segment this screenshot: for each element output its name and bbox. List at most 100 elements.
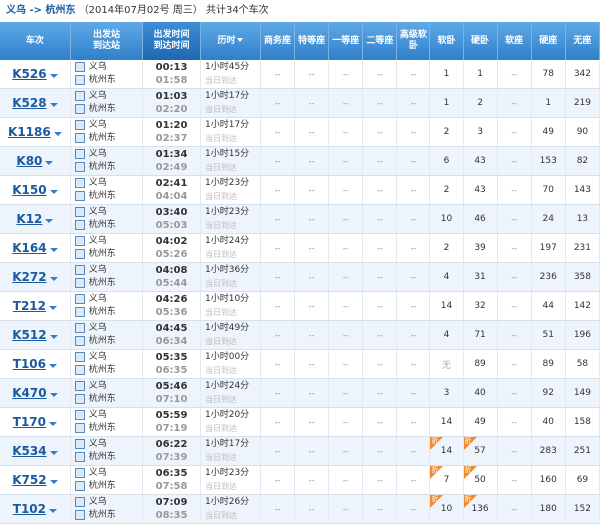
times-cell: 02:41 04:04	[142, 175, 201, 205]
train-count: 共计34个车次	[205, 5, 269, 16]
train-number-cell[interactable]: K534	[0, 436, 71, 466]
col-seat-second[interactable]: 二等座	[362, 22, 398, 60]
train-number-cell[interactable]: K528	[0, 88, 71, 118]
train-number-link[interactable]: K512	[12, 328, 46, 342]
col-seat-standing[interactable]: 无座	[565, 22, 600, 60]
seat-availability: --	[328, 117, 364, 147]
duration-cell: 1小时17分 当日到达	[200, 88, 261, 118]
chevron-down-icon[interactable]	[49, 363, 57, 368]
train-number-cell[interactable]: K150	[0, 175, 71, 205]
seat-availability: 197	[531, 233, 566, 263]
col-times[interactable]: 出发时间 到达时间	[142, 22, 201, 60]
chevron-down-icon[interactable]	[49, 421, 57, 426]
chevron-down-icon[interactable]	[45, 160, 54, 165]
col-duration[interactable]: 历时	[200, 22, 261, 60]
discount-label: 折	[431, 466, 439, 474]
train-number-link[interactable]: K752	[12, 473, 46, 487]
train-number-cell[interactable]: T170	[0, 407, 71, 437]
train-number-link[interactable]: T102	[13, 502, 46, 516]
col-seat-business[interactable]: 商务座	[260, 22, 296, 60]
col-stations[interactable]: 出发站 到达站	[70, 22, 144, 60]
table-row: T106 义乌 杭州东 05:35 06:35 1小时00分 当日到达 -- -- -- -- -- 无…	[0, 349, 600, 379]
train-number-cell[interactable]: K526	[0, 60, 71, 89]
col-seat-hard-seat[interactable]: 硬座	[531, 22, 566, 60]
col-seat-soft-sleeper[interactable]: 软卧	[429, 22, 464, 60]
train-number-link[interactable]: K164	[12, 241, 46, 255]
train-number-link[interactable]: T212	[13, 299, 46, 313]
seat-availability: 31	[463, 262, 498, 292]
chevron-down-icon[interactable]	[49, 479, 58, 484]
train-number-link[interactable]: K526	[12, 67, 46, 81]
train-number-link[interactable]: K80	[16, 154, 42, 168]
train-number-cell[interactable]: K1186	[0, 117, 71, 147]
seat-availability: --	[328, 320, 364, 350]
train-number-link[interactable]: K272	[12, 270, 46, 284]
col-seat-first[interactable]: 一等座	[328, 22, 364, 60]
duration-value: 1小时24分	[205, 236, 250, 246]
seat-availability: --	[362, 233, 398, 263]
train-number-cell[interactable]: K512	[0, 320, 71, 350]
train-number-cell[interactable]: K12	[0, 204, 71, 234]
terminal-station-icon	[74, 335, 85, 346]
seat-availability: 142	[565, 291, 600, 321]
times-cell: 03:40 05:03	[142, 204, 201, 234]
col-seat-special[interactable]: 特等座	[294, 22, 330, 60]
seat-availability: --	[328, 175, 364, 205]
train-number-link[interactable]: T106	[13, 357, 46, 371]
train-number-cell[interactable]: K470	[0, 378, 71, 408]
chevron-down-icon[interactable]	[49, 450, 58, 455]
col-seat-hard-sleeper[interactable]: 硬卧	[463, 22, 498, 60]
train-number-link[interactable]: K528	[12, 96, 46, 110]
train-number-cell[interactable]: T102	[0, 494, 71, 524]
train-number-cell[interactable]: K272	[0, 262, 71, 292]
seat-availability: 219	[565, 88, 600, 118]
times-cell: 05:35 06:35	[142, 349, 201, 379]
terminal-station-icon	[74, 480, 85, 491]
chevron-down-icon[interactable]	[53, 131, 62, 136]
chevron-down-icon[interactable]	[49, 305, 57, 310]
seat-availability: 71	[463, 320, 498, 350]
train-number-link[interactable]: K534	[12, 444, 46, 458]
chevron-down-icon[interactable]	[49, 392, 58, 397]
chevron-down-icon[interactable]	[49, 189, 58, 194]
train-number-link[interactable]: K1186	[8, 125, 51, 139]
chevron-down-icon[interactable]	[49, 247, 58, 252]
train-number-cell[interactable]: K752	[0, 465, 71, 495]
train-number-link[interactable]: T170	[13, 415, 46, 429]
seat-availability: --	[294, 465, 330, 495]
train-number-link[interactable]: K12	[16, 212, 42, 226]
seat-availability: --	[294, 436, 330, 466]
origin-station-icon	[74, 322, 85, 333]
col-seat-deluxe-soft-sleeper[interactable]: 高级软卧	[396, 22, 431, 60]
chevron-down-icon[interactable]	[45, 218, 54, 223]
chevron-down-icon[interactable]	[49, 508, 57, 513]
seat-availability: --	[362, 60, 398, 89]
arrival-time: 04:04	[155, 191, 188, 202]
seat-availability: --	[396, 494, 431, 524]
duration-cell: 1小时23分 当日到达	[200, 175, 261, 205]
col-seat-soft-seat[interactable]: 软座	[497, 22, 532, 60]
seat-availability: --	[497, 436, 532, 466]
chevron-down-icon[interactable]	[49, 102, 58, 107]
col-train[interactable]: 车次	[0, 22, 71, 60]
train-number-link[interactable]: K150	[12, 183, 46, 197]
seat-availability: --	[396, 407, 431, 437]
train-number-cell[interactable]: T106	[0, 349, 71, 379]
seat-availability: --	[497, 233, 532, 263]
arrival-note: 当日到达	[205, 366, 237, 375]
origin-station-icon	[74, 148, 85, 159]
table-row: T102 义乌 杭州东 07:09 08:35 1小时26分 当日到达 -- -- -- -- -- 折…	[0, 494, 600, 524]
seat-availability: 236	[531, 262, 566, 292]
seat-availability: --	[328, 262, 364, 292]
seat-availability: 196	[565, 320, 600, 350]
chevron-down-icon[interactable]	[49, 73, 58, 78]
train-number-cell[interactable]: K80	[0, 146, 71, 176]
chevron-down-icon[interactable]	[49, 276, 58, 281]
train-number-cell[interactable]: T212	[0, 291, 71, 321]
departure-time: 01:03	[155, 91, 188, 102]
train-number-cell[interactable]: K164	[0, 233, 71, 263]
arrival-time: 05:36	[155, 307, 188, 318]
departure-time: 00:13	[155, 62, 188, 73]
train-number-link[interactable]: K470	[12, 386, 46, 400]
chevron-down-icon[interactable]	[49, 334, 58, 339]
